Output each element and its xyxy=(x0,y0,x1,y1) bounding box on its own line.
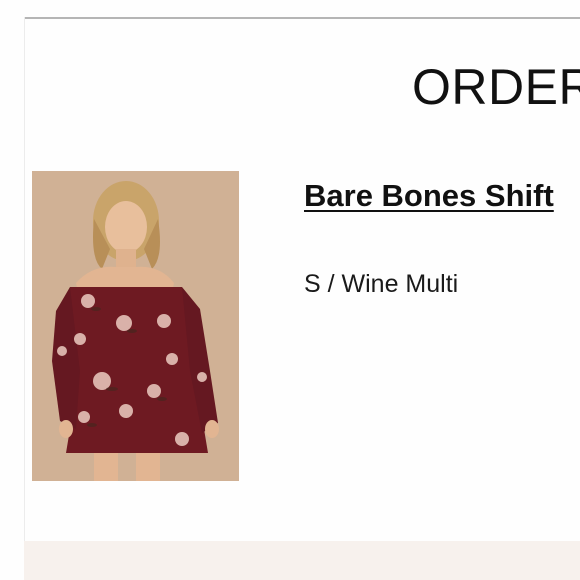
order-page: ORDER Bare Bones Shift S / Wine Multi xyxy=(0,0,580,580)
summary-footer-band xyxy=(24,541,580,580)
product-variant: S / Wine Multi xyxy=(304,270,459,298)
order-heading: ORDER xyxy=(412,59,580,115)
product-image[interactable] xyxy=(32,171,239,481)
top-divider xyxy=(24,17,580,19)
product-name-link[interactable]: Bare Bones Shift xyxy=(304,178,554,214)
dress-photo-icon xyxy=(32,171,239,481)
left-divider xyxy=(24,17,25,580)
